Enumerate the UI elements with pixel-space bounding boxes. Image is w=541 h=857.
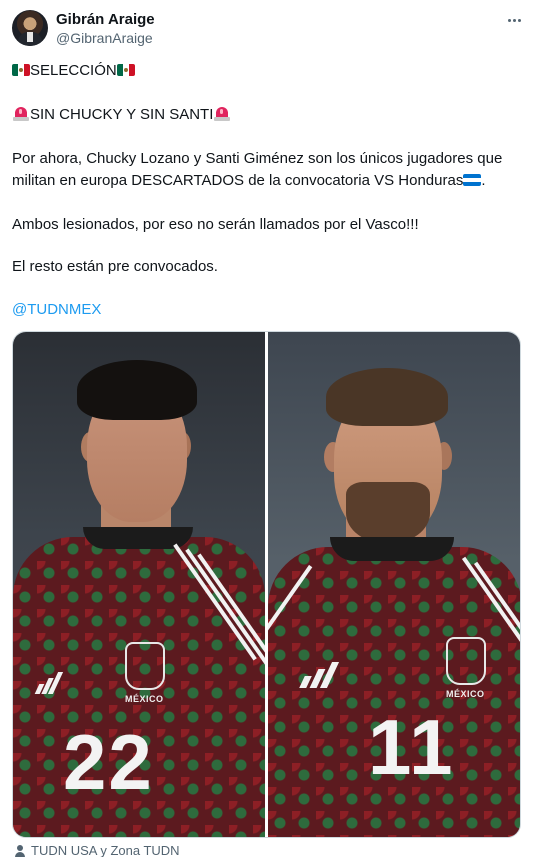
photo-left-player[interactable]: MÉXICO 22 — [13, 332, 265, 837]
more-options-icon[interactable] — [502, 8, 526, 32]
mention-link[interactable]: @TUDNMEX — [12, 299, 101, 320]
tweet-line-body-3: Ambos lesionados, por eso no serán llama… — [12, 216, 419, 233]
left-player-number: 22 — [63, 718, 154, 806]
credit-text[interactable]: TUDN USA y Zona TUDN — [31, 843, 180, 857]
tweet-line-body-1: Por ahora, Chucky Lozano y Santi Giménez… — [12, 150, 503, 167]
tweet-media[interactable]: MÉXICO 22 MÉXICO 11 — [12, 331, 521, 838]
right-hair — [326, 368, 448, 426]
tweet-line-body-4: El resto están pre convocados. — [12, 258, 218, 275]
left-brand-logo — [34, 672, 65, 694]
author-name[interactable]: Gibrán Araige — [56, 11, 155, 28]
right-collar — [330, 537, 454, 561]
author-avatar[interactable] — [12, 10, 48, 46]
photo-right-player[interactable]: MÉXICO 11 — [268, 332, 520, 837]
tweet-line-seleccion: SELECCIÓN — [12, 60, 135, 81]
right-crest — [446, 637, 486, 685]
author-handle[interactable]: @GibranAraige — [56, 30, 153, 46]
right-player-number: 11 — [368, 703, 455, 791]
tweet-line-headline: SIN CHUCKY Y SIN SANTI — [12, 104, 231, 125]
right-crest-text: MÉXICO — [446, 689, 485, 699]
tweet-line-body-2: militan en europa DESCARTADOS de la conv… — [12, 172, 486, 189]
right-brand-logo — [299, 662, 340, 688]
body-2-text: militan en europa DESCARTADOS de la conv… — [12, 172, 464, 189]
left-crest — [125, 642, 165, 690]
mexico-flag-icon — [116, 64, 135, 76]
person-icon — [14, 844, 26, 857]
headline-text: SIN CHUCKY Y SIN SANTI — [30, 106, 214, 123]
siren-icon — [12, 105, 30, 121]
mexico-flag-icon — [12, 64, 30, 76]
left-crest-text: MÉXICO — [125, 694, 164, 704]
right-beard — [346, 482, 430, 544]
siren-icon — [213, 105, 231, 121]
avatar-shirt — [27, 32, 33, 42]
honduras-flag-icon — [463, 174, 482, 186]
left-hair — [77, 360, 197, 420]
seleccion-text: SELECCIÓN — [30, 62, 117, 79]
tweet-card: Gibrán Araige @GibranAraige SELECCIÓN SI… — [0, 0, 541, 857]
media-credit[interactable]: TUDN USA y Zona TUDN — [14, 843, 180, 857]
